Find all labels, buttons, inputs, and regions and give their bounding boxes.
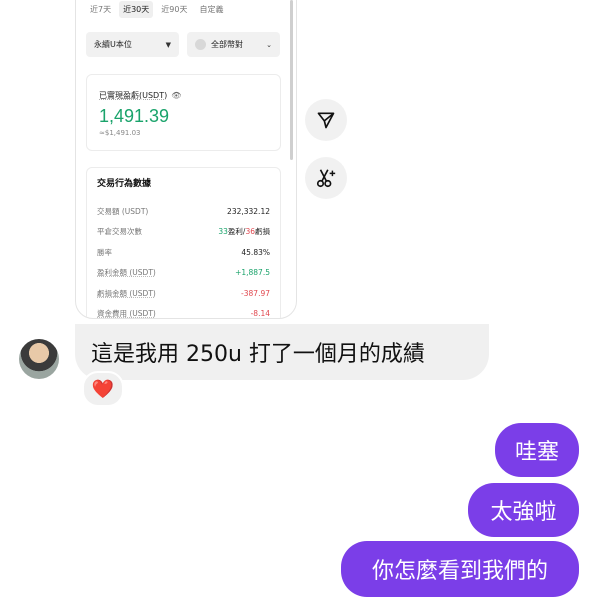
- caret-down-icon: ▼: [165, 40, 171, 49]
- coin-icon: [195, 39, 206, 50]
- share-button[interactable]: [305, 99, 347, 141]
- stat-key: 盈利金額 (USDT): [97, 268, 156, 278]
- contract-type-select: 永續U本位 ▼: [86, 32, 179, 57]
- pair-label: 全部幣對: [211, 40, 243, 49]
- heart-reaction[interactable]: ❤️: [82, 371, 124, 407]
- stat-row: 虧損金額 (USDT) -387.97: [97, 283, 270, 304]
- stat-value: -8.14: [250, 309, 270, 319]
- loss-label: 虧損: [255, 227, 270, 237]
- period-tabs: 近7天 近30天 近90天 自定義: [86, 1, 227, 18]
- loss-count: 36: [245, 227, 255, 237]
- stat-key: 勝率: [97, 247, 112, 257]
- trading-stats-card: 交易行為數據 交易額 (USDT) 232,332.12 平倉交易次數 33盈利…: [86, 167, 281, 319]
- stat-value: 232,332.12: [227, 206, 270, 216]
- stat-value: -387.97: [241, 288, 270, 298]
- remix-button[interactable]: [305, 157, 347, 199]
- stat-row: 交易額 (USDT) 232,332.12: [97, 201, 270, 222]
- win-label: 盈利: [227, 227, 243, 237]
- stat-value: +1,887.5: [235, 268, 270, 278]
- scissors-sparkle-icon: [316, 169, 336, 188]
- stat-key: 平倉交易次數: [97, 227, 142, 237]
- pnl-value: 1,491.39: [99, 106, 170, 126]
- incoming-message[interactable]: 這是我用 250u 打了一個月的成績: [75, 324, 489, 380]
- send-icon: [317, 112, 335, 129]
- pnl-usd-value: ≈$1,491.03: [99, 129, 141, 137]
- win-count: 33: [218, 227, 228, 237]
- avatar[interactable]: [19, 339, 59, 379]
- stat-value: 45.83%: [241, 247, 270, 257]
- stat-key: 交易額 (USDT): [97, 206, 149, 216]
- stat-key: 虧損金額 (USDT): [97, 288, 156, 298]
- stat-row: 盈利金額 (USDT) +1,887.5: [97, 263, 270, 284]
- outgoing-message[interactable]: 哇塞: [495, 423, 579, 477]
- stat-row: 勝率 45.83%: [97, 242, 270, 263]
- stat-row: 資金費用 (USDT) -8.14: [97, 304, 270, 319]
- screenshot-scrollbar: [290, 0, 293, 160]
- shared-screenshot[interactable]: 近7天 近30天 近90天 自定義 永續U本位 ▼ 全部幣對 ⌄ 已實現盈虧(U…: [75, 0, 297, 319]
- stat-key: 資金費用 (USDT): [97, 309, 156, 319]
- eye-icon: 👁: [171, 91, 182, 100]
- outgoing-message[interactable]: 太強啦: [468, 483, 579, 537]
- filter-selects: 永續U本位 ▼ 全部幣對 ⌄: [86, 32, 280, 57]
- tab-30d: 近30天: [119, 1, 154, 18]
- realized-pnl-card: 已實現盈虧(USDT) 👁 1,491.39 ≈$1,491.03: [86, 74, 281, 151]
- pair-select: 全部幣對 ⌄: [187, 32, 280, 57]
- tab-90d: 近90天: [161, 5, 188, 14]
- stat-row: 平倉交易次數 33盈利/36虧損: [97, 222, 270, 243]
- contract-type-label: 永續U本位: [94, 40, 132, 49]
- pnl-label: 已實現盈虧(USDT): [99, 91, 168, 100]
- stat-value: 33盈利/36虧損: [218, 226, 270, 237]
- chevron-down-icon: ⌄: [266, 40, 272, 49]
- stats-title: 交易行為數據: [97, 179, 152, 189]
- tab-7d: 近7天: [90, 5, 112, 14]
- tab-custom: 自定義: [199, 5, 224, 14]
